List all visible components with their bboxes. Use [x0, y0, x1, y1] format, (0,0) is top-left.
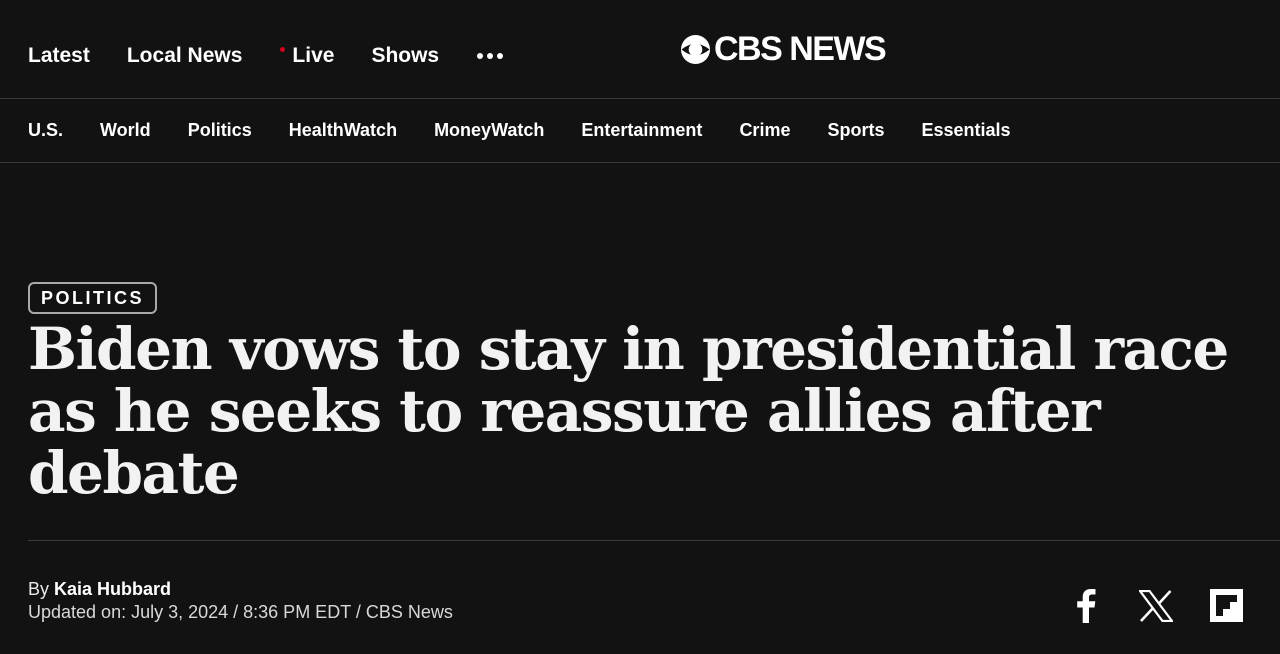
top-navigation: Latest Local News Live Shows CBS NEWS	[0, 0, 1280, 99]
article-headline: Biden vows to stay in presidential race …	[28, 315, 1229, 507]
updated-timestamp: Updated on: July 3, 2024 / 8:36 PM EDT /…	[28, 602, 453, 622]
nav-latest[interactable]: Latest	[28, 44, 90, 68]
section-moneywatch[interactable]: MoneyWatch	[434, 120, 544, 141]
logo-wordmark: CBS NEWS	[714, 30, 887, 68]
facebook-icon	[1077, 589, 1096, 623]
share-x-button[interactable]	[1138, 588, 1174, 624]
flipboard-icon	[1209, 588, 1243, 622]
section-healthwatch[interactable]: HealthWatch	[289, 120, 397, 141]
cbs-eye-icon	[680, 34, 711, 64]
more-menu-button[interactable]	[476, 53, 504, 59]
section-navigation: U.S. World Politics HealthWatch MoneyWat…	[0, 100, 1280, 163]
x-icon	[1139, 590, 1173, 622]
section-list: U.S. World Politics HealthWatch MoneyWat…	[28, 120, 1048, 141]
section-world[interactable]: World	[100, 120, 151, 141]
section-crime[interactable]: Crime	[739, 120, 790, 141]
section-politics[interactable]: Politics	[188, 120, 252, 141]
section-sports[interactable]: Sports	[827, 120, 884, 141]
author-link[interactable]: Kaia Hubbard	[54, 579, 171, 599]
nav-live-label: Live	[292, 44, 335, 67]
section-us[interactable]: U.S.	[28, 120, 63, 141]
share-facebook-button[interactable]	[1072, 588, 1100, 624]
byline-prefix: By	[28, 579, 50, 599]
category-tag[interactable]: POLITICS	[28, 282, 158, 314]
cbs-news-logo[interactable]: CBS NEWS	[680, 30, 887, 68]
share-flipboard-button[interactable]	[1209, 588, 1243, 622]
more-dots-icon	[477, 53, 504, 59]
nav-shows[interactable]: Shows	[371, 44, 439, 68]
section-entertainment[interactable]: Entertainment	[581, 120, 702, 141]
primary-nav: Latest Local News Live Shows	[28, 42, 540, 70]
nav-local-news[interactable]: Local News	[127, 44, 243, 68]
header-divider	[28, 540, 1280, 541]
nav-live[interactable]: Live	[279, 44, 334, 68]
section-essentials[interactable]: Essentials	[921, 120, 1010, 141]
byline: By Kaia Hubbard	[28, 578, 171, 600]
